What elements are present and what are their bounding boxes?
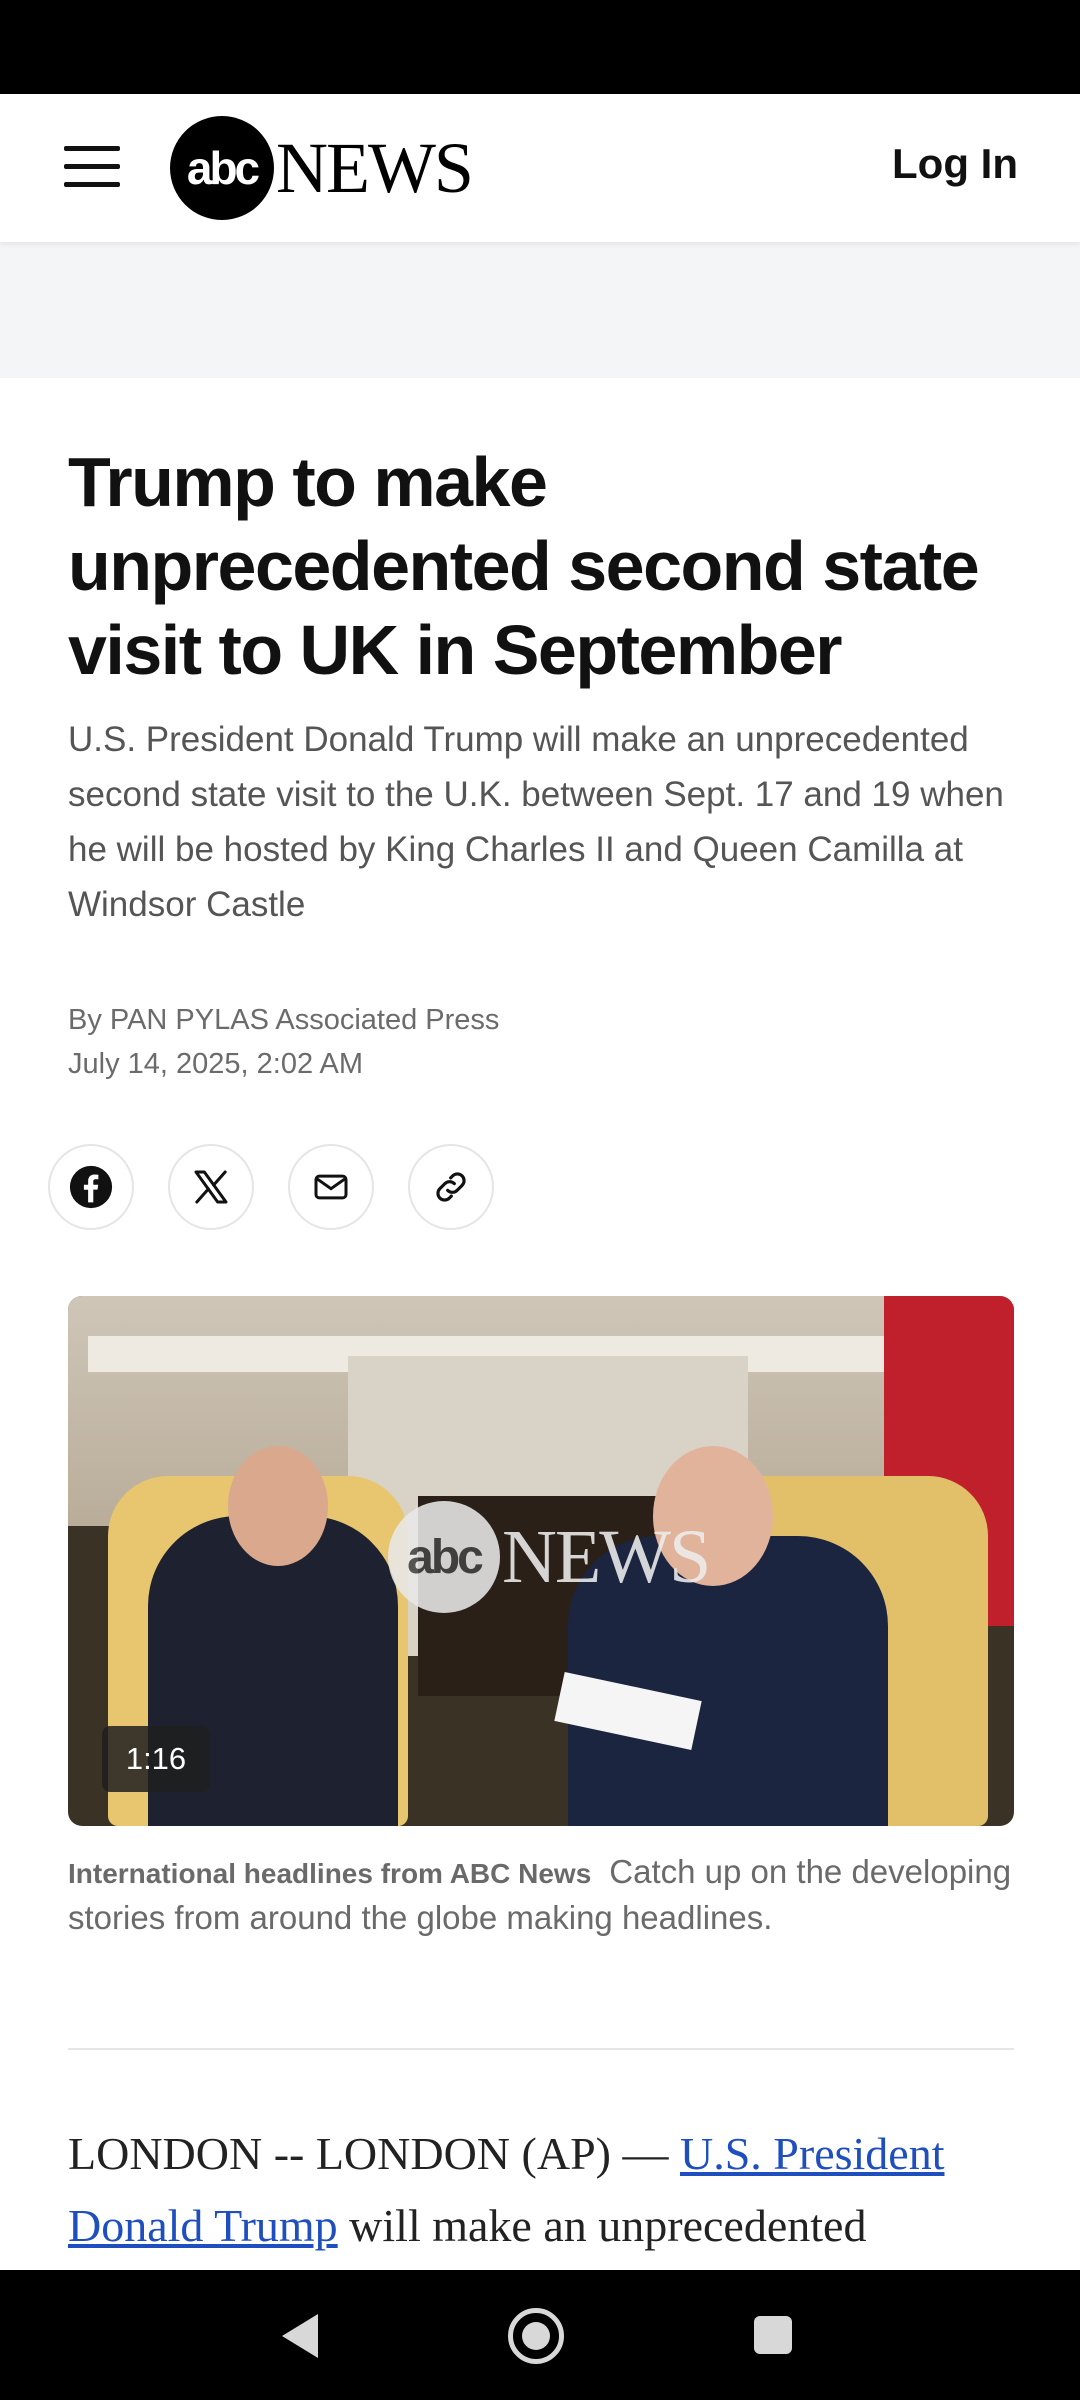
- video-caption-title: International headlines from ABC News: [68, 1858, 592, 1889]
- share-x-button[interactable]: [168, 1144, 254, 1230]
- status-bar: [0, 0, 1080, 94]
- article-body-paragraph: LONDON -- LONDON (AP) — U.S. President D…: [68, 2118, 1028, 2262]
- divider: [68, 2048, 1014, 2050]
- link-icon: [436, 1172, 466, 1202]
- ad-slot: [0, 242, 1080, 378]
- body-lead: LONDON -- LONDON (AP) —: [68, 2128, 680, 2179]
- abc-news-logo[interactable]: abc NEWS: [170, 116, 474, 220]
- logo-news-wordmark: NEWS: [276, 127, 474, 208]
- byline-author: By PAN PYLAS Associated Press: [68, 1004, 500, 1036]
- video-duration-badge: 1:16: [102, 1726, 210, 1792]
- back-icon[interactable]: [282, 2314, 318, 2358]
- share-email-button[interactable]: [288, 1144, 374, 1230]
- share-row: [48, 1144, 494, 1230]
- x-icon: [194, 1170, 228, 1204]
- video-caption: International headlines from ABC News Cat…: [68, 1850, 1014, 1940]
- video-player[interactable]: abc NEWS 1:16: [68, 1296, 1014, 1826]
- copy-link-button[interactable]: [408, 1144, 494, 1230]
- share-facebook-button[interactable]: [48, 1144, 134, 1230]
- home-icon[interactable]: [508, 2308, 564, 2364]
- article-headline: Trump to make unprecedented second state…: [68, 443, 980, 689]
- facebook-icon: [69, 1165, 113, 1209]
- byline-date: July 14, 2025, 2:02 AM: [68, 1048, 364, 1080]
- article-dek: U.S. President Donald Trump will make an…: [68, 720, 1004, 924]
- body-rest: will make an unprecedented: [337, 2200, 867, 2251]
- menu-icon[interactable]: [64, 146, 120, 188]
- android-nav-bar: [0, 2270, 1080, 2400]
- email-icon: [314, 1174, 348, 1200]
- byline-block: By PAN PYLAS Associated Press July 14, 2…: [68, 998, 499, 1086]
- recents-icon[interactable]: [754, 2316, 792, 2354]
- logo-abc-mark: abc: [170, 116, 274, 220]
- video-watermark: abc NEWS: [388, 1501, 711, 1613]
- login-link[interactable]: Log In: [892, 140, 1018, 188]
- site-header: abc NEWS Log In: [0, 94, 1080, 242]
